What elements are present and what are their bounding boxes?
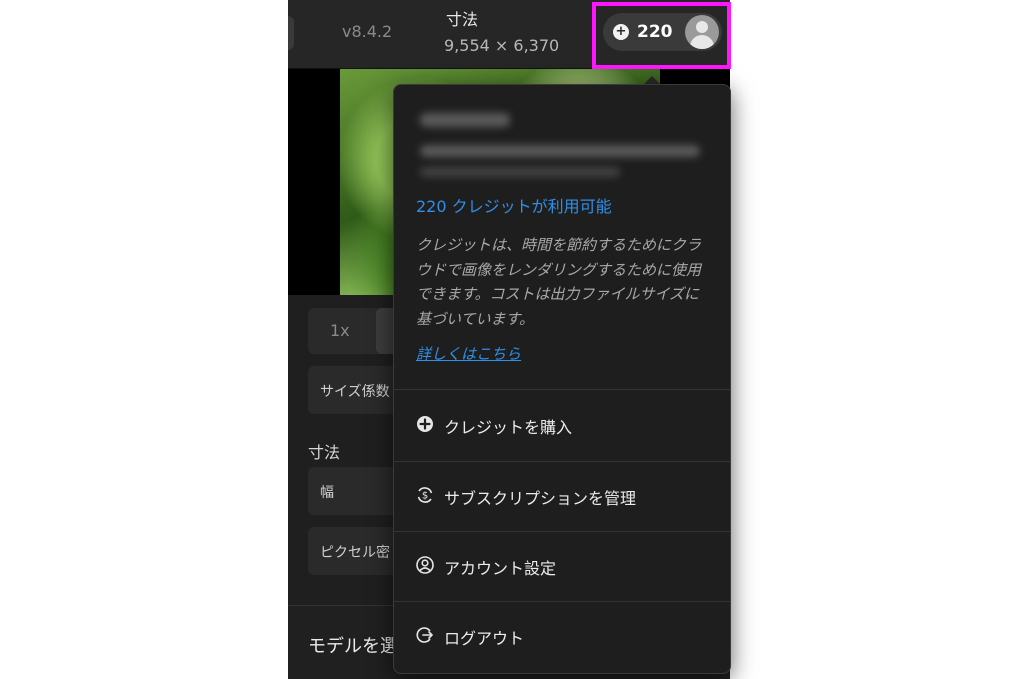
credits-highlight-box: [592, 2, 731, 69]
logout-icon: [416, 627, 433, 643]
pixel-density-label: ピクセル密: [320, 545, 390, 561]
toolbar-button-edge[interactable]: [288, 16, 294, 50]
dimensions-label: 寸法: [446, 10, 479, 29]
credits-available-text: 220 クレジットが利用可能: [416, 197, 612, 216]
svg-text:$: $: [422, 491, 428, 502]
manage-subscription-label: サブスクリプションを管理: [444, 489, 637, 508]
width-label: 幅: [320, 485, 334, 501]
logout-item[interactable]: ログアウト: [394, 602, 730, 672]
plus-circle-icon: [417, 416, 433, 432]
menu-divider: [394, 389, 730, 390]
buy-credits-label: クレジットを購入: [444, 418, 573, 437]
account-dropdown-menu: 220 クレジットが利用可能 クレジットは、時間を節約するためにクラウドで画像を…: [393, 84, 731, 674]
blurred-account-info: [404, 99, 724, 195]
refresh-dollar-icon: $: [417, 487, 433, 503]
size-factor-label: サイズ係数: [320, 384, 390, 400]
logout-label: ログアウト: [444, 629, 525, 648]
version-label: v8.4.2: [342, 22, 393, 41]
learn-more-link[interactable]: 詳しくはこちら: [416, 343, 521, 364]
buy-credits-item[interactable]: クレジットを購入: [394, 391, 730, 461]
dimensions-value: 9,554 × 6,370: [444, 36, 560, 55]
account-icon: [416, 556, 434, 574]
manage-subscription-item[interactable]: $ サブスクリプションを管理: [394, 462, 730, 532]
account-settings-item[interactable]: アカウント設定: [394, 532, 730, 602]
dimensions-section-title: 寸法: [308, 443, 341, 462]
scale-option-1x[interactable]: 1x: [330, 321, 350, 340]
account-settings-label: アカウント設定: [444, 559, 557, 578]
model-select-label: モデルを選: [308, 636, 398, 657]
credits-description: クレジットは、時間を節約するためにクラウドで画像をレンダリングするために使用でき…: [416, 236, 702, 328]
